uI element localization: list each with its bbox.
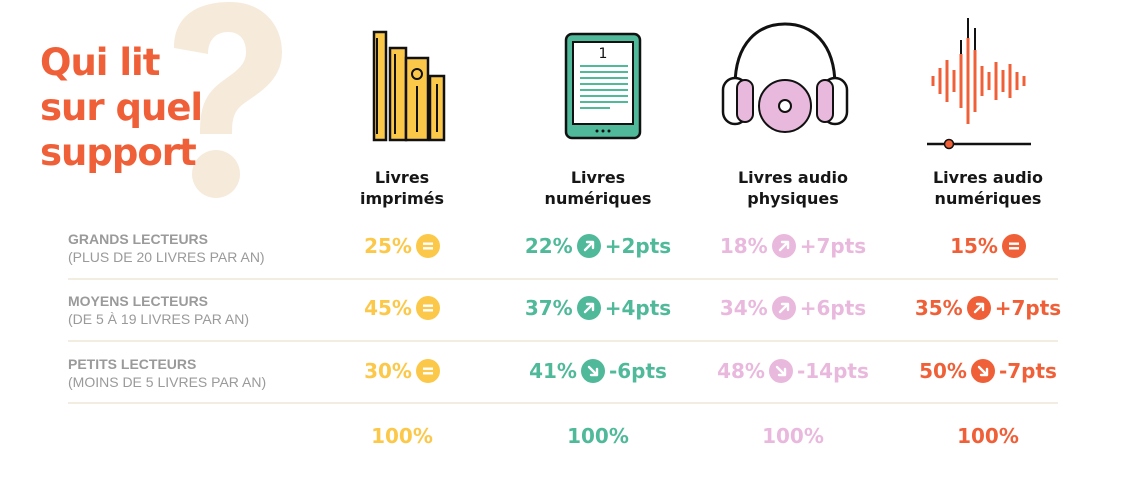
cell-delta: +7pts xyxy=(994,296,1062,320)
cell-audio-digital: 35% +7pts xyxy=(893,296,1083,320)
title-line-1: Qui lit xyxy=(40,41,160,84)
column-header-digital: Livres numériques xyxy=(544,168,652,208)
cell-audio-physical: 18% +7pts xyxy=(698,234,888,258)
ereader-page-number: 1 xyxy=(599,46,608,62)
arrow-up-right-icon xyxy=(576,296,601,320)
column-header-audio-digital: Livres audio numériques xyxy=(932,168,1044,208)
arrow-up-right-icon xyxy=(966,296,991,320)
cell-delta: +6pts xyxy=(799,296,867,320)
cell-value: 34% xyxy=(719,296,768,320)
arrow-up-right-icon xyxy=(576,234,601,258)
cell-printed: 45% xyxy=(307,296,497,320)
equal-icon xyxy=(415,296,440,320)
row-label-grands-lecteurs: GRANDS LECTEURS (PLUS DE 20 LIVRES PAR A… xyxy=(68,231,265,265)
cell-value: 15% xyxy=(950,234,998,258)
row-label-petits-lecteurs: PETITS LECTEURS (MOINS DE 5 LIVRES PAR A… xyxy=(68,356,267,390)
cell-value: 50% xyxy=(919,359,967,383)
cell-value: 22% xyxy=(524,234,573,258)
cell-audio-digital: 15% xyxy=(893,234,1083,258)
arrow-down-right-icon xyxy=(768,359,793,383)
arrow-down-right-icon xyxy=(970,359,995,383)
arrow-up-right-icon xyxy=(771,234,796,258)
row-divider xyxy=(68,340,1058,342)
row-divider xyxy=(68,402,1058,404)
cell-audio-physical: 48% -14pts xyxy=(698,359,888,383)
total-digital: 100% xyxy=(567,424,629,448)
title-line-2: sur quel xyxy=(40,86,203,129)
cell-delta: -14pts xyxy=(796,359,869,383)
row-label-moyens-lecteurs: MOYENS LECTEURS (DE 5 À 19 LIVRES PAR AN… xyxy=(68,293,250,327)
equal-icon xyxy=(415,234,440,258)
title-line-3: support xyxy=(40,131,197,174)
cell-delta: -6pts xyxy=(608,359,667,383)
equal-icon xyxy=(1001,234,1026,258)
cell-audio-physical: 34% +6pts xyxy=(698,296,888,320)
cell-value: 45% xyxy=(364,296,412,320)
total-printed: 100% xyxy=(371,424,433,448)
total-audio-physical: 100% xyxy=(762,424,824,448)
headphones-cd-icon xyxy=(721,22,849,133)
equal-icon xyxy=(415,359,440,383)
page-title: Qui lit sur quel support xyxy=(40,40,203,175)
column-header-audio-physical: Livres audio physiques xyxy=(737,168,849,208)
cell-digital: 37% +4pts xyxy=(503,296,693,320)
cell-audio-digital: 50% -7pts xyxy=(893,359,1083,383)
cell-delta: +4pts xyxy=(604,296,672,320)
cell-printed: 25% xyxy=(307,234,497,258)
ereader-icon: 1 xyxy=(564,32,642,140)
cell-digital: 22% +2pts xyxy=(503,234,693,258)
books-icon xyxy=(372,30,446,142)
cell-delta: +2pts xyxy=(604,234,672,258)
cell-value: 35% xyxy=(914,296,963,320)
row-divider xyxy=(68,278,1058,280)
cell-value: 18% xyxy=(719,234,768,258)
cell-delta: -7pts xyxy=(998,359,1057,383)
column-header-printed: Livres imprimés xyxy=(359,168,445,208)
cell-digital: 41% -6pts xyxy=(503,359,693,383)
arrow-down-right-icon xyxy=(580,359,605,383)
cell-value: 41% xyxy=(529,359,577,383)
cell-value: 48% xyxy=(717,359,765,383)
audio-waveform-icon xyxy=(927,18,1031,150)
cell-printed: 30% xyxy=(307,359,497,383)
cell-value: 37% xyxy=(524,296,573,320)
total-audio-digital: 100% xyxy=(957,424,1019,448)
arrow-up-right-icon xyxy=(771,296,796,320)
cell-value: 30% xyxy=(364,359,412,383)
cell-value: 25% xyxy=(364,234,412,258)
cell-delta: +7pts xyxy=(799,234,867,258)
